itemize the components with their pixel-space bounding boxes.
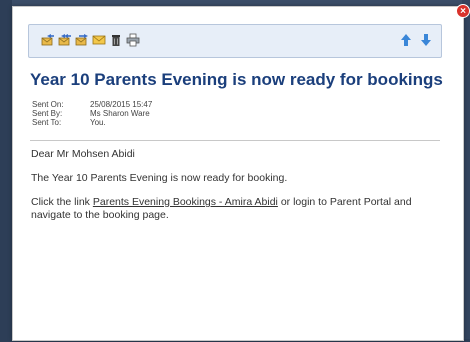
close-icon[interactable]: × bbox=[456, 4, 470, 18]
message-toolbar bbox=[28, 24, 442, 58]
print-icon[interactable] bbox=[126, 33, 140, 48]
booking-link[interactable]: Parents Evening Bookings - Amira Abidi bbox=[93, 196, 278, 208]
sent-to-value: You. bbox=[90, 118, 106, 127]
reply-icon[interactable] bbox=[41, 33, 55, 48]
body-line-link: Click the link Parents Evening Bookings … bbox=[31, 196, 443, 222]
next-arrow-icon[interactable] bbox=[419, 33, 433, 48]
body-line: The Year 10 Parents Evening is now ready… bbox=[31, 172, 288, 184]
delete-icon[interactable] bbox=[109, 33, 123, 48]
divider bbox=[30, 140, 440, 141]
message-meta: Sent On: 25/08/2015 15:47 Sent By: Ms Sh… bbox=[32, 100, 152, 127]
message-body: Dear Mr Mohsen Abidi The Year 10 Parents… bbox=[31, 148, 443, 233]
sent-by-value: Ms Sharon Ware bbox=[90, 109, 150, 118]
forward-icon[interactable] bbox=[75, 33, 89, 48]
sent-by-label: Sent By: bbox=[32, 109, 63, 118]
backdrop-left bbox=[0, 0, 12, 342]
previous-arrow-icon[interactable] bbox=[399, 33, 413, 48]
message-subject: Year 10 Parents Evening is now ready for… bbox=[30, 70, 443, 89]
link-intro: Click the link bbox=[31, 196, 90, 208]
sent-to-label: Sent To: bbox=[32, 118, 62, 127]
sent-on-label: Sent On: bbox=[32, 100, 64, 109]
greeting: Dear Mr Mohsen Abidi bbox=[31, 148, 135, 160]
reply-all-icon[interactable] bbox=[58, 33, 72, 48]
mark-unread-icon[interactable] bbox=[92, 33, 106, 48]
sent-on-value: 25/08/2015 15:47 bbox=[90, 100, 153, 109]
